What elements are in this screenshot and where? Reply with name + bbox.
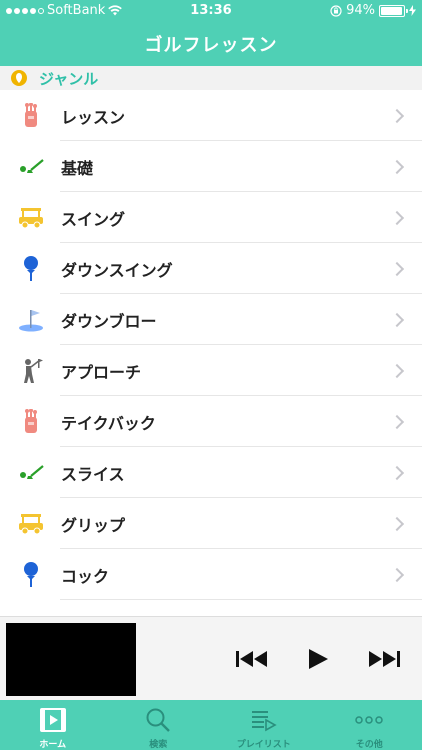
golf-bag-icon [18,102,44,129]
tab-label: ホーム [39,740,67,750]
skip-next-icon [369,651,400,667]
video-preview[interactable] [6,623,136,696]
status-bar: SoftBank 13:36 94% [0,0,422,22]
golf-tee-icon [18,255,44,282]
page-title: ゴルフレッスン [144,35,278,56]
golf-cart-icon [18,511,44,537]
list-item-label: スライス [61,464,125,484]
golfer-icon [18,358,44,384]
tab-label: 検索 [149,740,168,750]
list-item[interactable]: グリップ [0,498,422,549]
battery-percent: 94% [346,3,375,18]
tab-bar: ホーム 検索 プレイリスト その他 [0,700,422,750]
section-title: ジャンル [39,69,99,88]
player-controls [236,647,400,671]
list-item[interactable]: ダウンスイング [0,243,422,294]
tab-label: プレイリスト [236,740,291,750]
golf-emblem-icon [11,70,27,86]
list-item[interactable]: スライス [0,447,422,498]
list-item[interactable]: アプローチ [0,345,422,396]
list-item-label: コック [61,566,110,586]
play-icon [309,649,328,669]
search-icon [145,706,171,734]
orientation-lock-icon [330,4,342,17]
tab-label: その他 [355,740,383,750]
chevron-right-icon [389,363,405,378]
list-item-label: ダウンブロー [61,311,157,331]
list-item-label: アプローチ [61,362,142,382]
film-icon [39,706,66,734]
list-item-label: 基礎 [61,158,94,178]
list-item-label: テイクバック [61,413,156,433]
golf-cart-icon [18,205,44,231]
chevron-right-icon [389,567,405,582]
navigation-bar: ゴルフレッスン [0,22,422,66]
tab-search[interactable]: 検索 [106,700,212,750]
playlist-icon [251,706,277,734]
genre-list[interactable]: レッスン 基礎 スイング ダウンスイング ダウンブロー アプローチ テイクバック… [0,90,422,616]
tab-more[interactable]: その他 [317,700,422,750]
list-item[interactable]: スイング [0,192,422,243]
chevron-right-icon [389,210,405,225]
play-button[interactable] [302,647,334,671]
golf-flag-icon [18,307,44,333]
chevron-right-icon [389,465,405,480]
tab-film[interactable]: ホーム [0,700,106,750]
list-item[interactable]: ダウンブロー [0,294,422,345]
chevron-right-icon [389,516,405,531]
section-header: ジャンル [0,66,422,90]
skip-previous-icon [236,651,267,667]
charging-bolt-icon [409,5,416,16]
chevron-right-icon [389,312,405,327]
list-item-label: グリップ [61,515,126,535]
list-item-label: レッスン [61,107,126,127]
skip-next-button[interactable] [368,647,400,671]
tab-playlist[interactable]: プレイリスト [211,700,317,750]
golf-club-ball-icon [18,460,44,486]
skip-previous-button[interactable] [236,647,268,671]
list-item[interactable]: コック [0,549,422,600]
golf-bag-icon [18,408,44,435]
list-item-label: スイング [61,209,126,229]
chevron-right-icon [389,414,405,429]
chevron-right-icon [389,108,405,123]
mini-player [0,616,422,700]
list-item[interactable]: レッスン [0,90,422,141]
more-icon [355,706,383,734]
list-item[interactable]: テイクバック [0,396,422,447]
chevron-right-icon [389,159,405,174]
battery-group: 94% [330,3,416,18]
golf-tee-icon [18,561,44,588]
list-item-label: ダウンスイング [61,260,173,280]
battery-icon [379,4,408,17]
list-item[interactable]: 基礎 [0,141,422,192]
golf-club-ball-icon [18,154,44,180]
list-item-partial[interactable] [0,600,422,616]
chevron-right-icon [389,261,405,276]
